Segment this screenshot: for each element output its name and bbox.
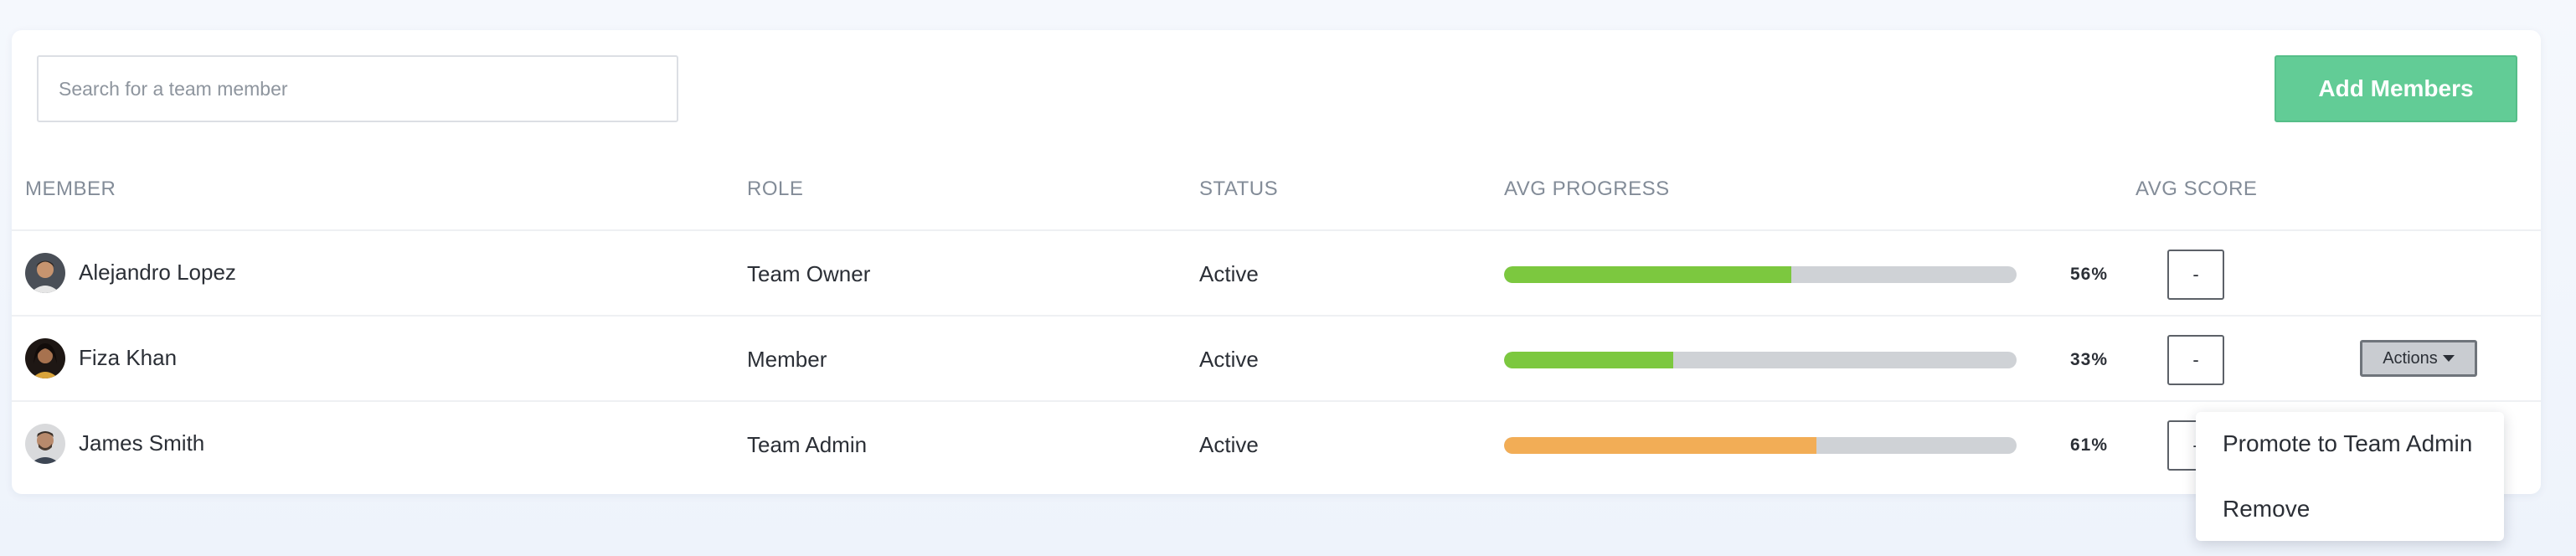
progress-bar [1504, 266, 2017, 283]
menu-item-promote-to-team-admin[interactable]: Promote to Team Admin [2223, 430, 2472, 457]
actions-dropdown-menu: Promote to Team Admin Remove [2196, 412, 2504, 541]
avatar [25, 253, 65, 293]
member-status: Active [1199, 432, 1259, 457]
column-header-status: STATUS [1199, 178, 1279, 200]
column-header-member: MEMBER [25, 178, 116, 200]
avatar [25, 424, 65, 464]
progress-percent: 56% [2070, 265, 2109, 284]
column-header-avg-progress: AVG PROGRESS [1504, 178, 1670, 200]
member-role: Team Admin [747, 432, 868, 457]
table-row: Fiza Khan Member Active 33% - Actions [12, 317, 2541, 400]
progress-bar [1504, 437, 2017, 454]
column-header-role: ROLE [747, 178, 804, 200]
table-row: James Smith Team Admin Active 61% - [12, 402, 2541, 486]
column-header-avg-score: AVG SCORE [2136, 178, 2258, 200]
team-members-card: Add Members MEMBER ROLE STATUS AVG PROGR… [12, 30, 2541, 541]
member-status: Active [1199, 261, 1259, 286]
member-name: James Smith [79, 430, 205, 456]
progress-percent: 33% [2070, 350, 2109, 369]
progress-bar [1504, 352, 2017, 368]
score-box[interactable]: - [2167, 335, 2224, 385]
search-input[interactable] [37, 55, 678, 122]
actions-dropdown-button[interactable]: Actions [2360, 340, 2477, 377]
actions-button-label: Actions [2383, 348, 2438, 368]
member-role: Team Owner [747, 261, 871, 286]
avatar [25, 338, 65, 378]
member-status: Active [1199, 347, 1259, 372]
progress-percent: 61% [2070, 435, 2109, 455]
member-name: Fiza Khan [79, 345, 178, 370]
score-box[interactable]: - [2167, 250, 2224, 300]
member-name: Alejandro Lopez [79, 260, 236, 285]
member-role: Member [747, 347, 827, 372]
progress-bar-fill [1504, 437, 1817, 454]
caret-down-icon [2442, 355, 2455, 362]
add-members-button[interactable]: Add Members [2275, 55, 2517, 122]
menu-item-remove[interactable]: Remove [2223, 496, 2310, 523]
progress-bar-fill [1504, 352, 1673, 368]
table-row: Alejandro Lopez Team Owner Active 56% - [12, 231, 2541, 315]
progress-bar-fill [1504, 266, 1791, 283]
